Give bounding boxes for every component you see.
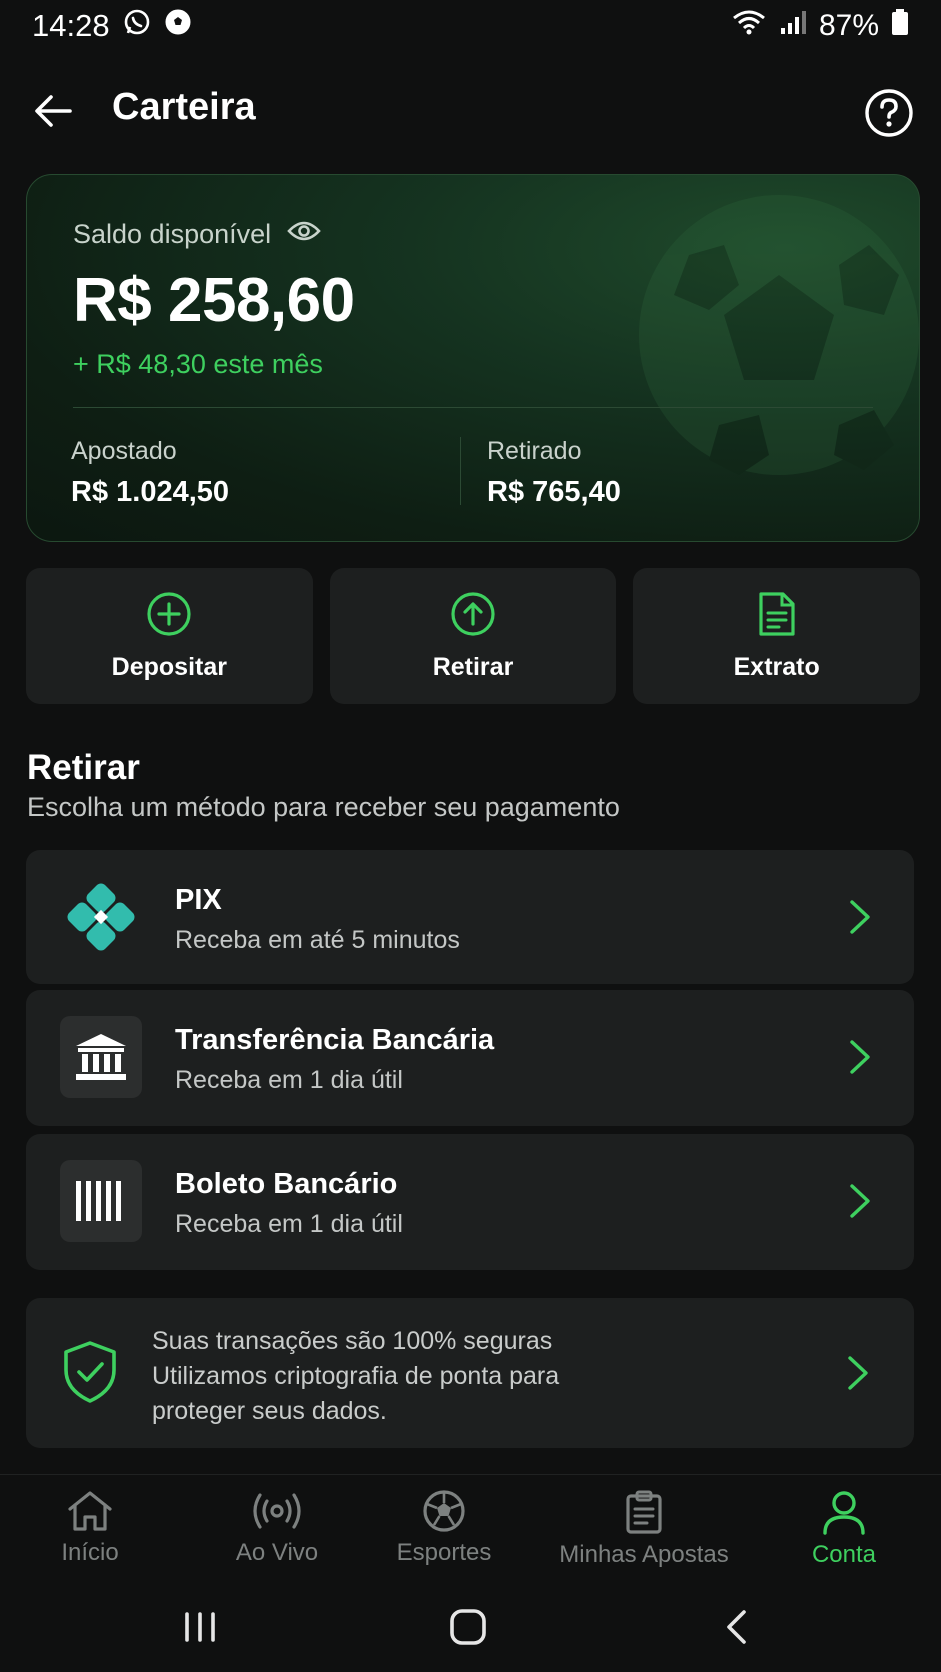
nav-account[interactable]: Conta bbox=[808, 1489, 880, 1569]
withdraw-section-title: Retirar bbox=[27, 748, 140, 787]
home-icon bbox=[68, 1491, 112, 1531]
balance-label-row: Saldo disponível bbox=[73, 219, 321, 250]
balance-value: R$ 258,60 bbox=[73, 266, 355, 335]
home-system-button[interactable] bbox=[438, 1602, 498, 1652]
soccer-ball-icon bbox=[423, 1490, 465, 1532]
stat-label: Retirado bbox=[487, 437, 582, 465]
withdraw-section-subtitle: Escolha um método para receber seu pagam… bbox=[27, 792, 620, 822]
signal-icon bbox=[779, 8, 807, 44]
method-bank-transfer[interactable]: Transferência Bancária Receba em 1 dia ú… bbox=[26, 990, 914, 1126]
method-desc: Receba em até 5 minutos bbox=[175, 926, 460, 954]
page-title: Carteira bbox=[112, 86, 256, 128]
nav-live[interactable]: Ao Vivo bbox=[222, 1489, 332, 1567]
arrow-left-icon bbox=[35, 95, 72, 127]
statement-button[interactable]: Extrato bbox=[633, 568, 921, 704]
chevron-right-icon bbox=[850, 900, 870, 934]
security-line-2: Utilizamos criptografia de ponta para bbox=[152, 1362, 560, 1390]
recent-apps-button[interactable] bbox=[170, 1602, 230, 1652]
security-card[interactable]: Suas transações são 100% seguras Utiliza… bbox=[26, 1298, 914, 1448]
app-header: Carteira bbox=[0, 70, 941, 150]
home-square-icon bbox=[450, 1609, 486, 1645]
method-name: PIX bbox=[175, 884, 222, 916]
method-boleto[interactable]: Boleto Bancário Receba em 1 dia útil bbox=[26, 1134, 914, 1270]
soccer-ball-icon bbox=[164, 8, 192, 44]
method-pix[interactable]: PIX Receba em até 5 minutos bbox=[26, 850, 914, 984]
user-icon bbox=[823, 1491, 865, 1535]
wifi-icon bbox=[731, 8, 767, 44]
system-nav-bar bbox=[0, 1580, 941, 1672]
recent-apps-icon bbox=[185, 1612, 215, 1642]
deposit-button[interactable]: Depositar bbox=[26, 568, 313, 704]
eye-icon[interactable] bbox=[287, 219, 321, 250]
status-time: 14:28 bbox=[32, 8, 110, 43]
nav-label: Início bbox=[61, 1539, 119, 1566]
bottom-nav: Início Ao Vivo Esportes Minhas Apostas C… bbox=[0, 1474, 941, 1574]
chevron-left-icon bbox=[727, 1610, 746, 1644]
battery-percent: 87% bbox=[818, 9, 879, 42]
security-line-1: Suas transações são 100% seguras bbox=[152, 1327, 553, 1355]
clipboard-icon bbox=[626, 1490, 662, 1534]
deposit-label: Depositar bbox=[111, 652, 227, 681]
document-icon bbox=[759, 591, 795, 636]
status-bar: 14:28 87% bbox=[0, 0, 941, 52]
withdraw-button[interactable]: Retirar bbox=[329, 568, 617, 704]
method-desc: Receba em 1 dia útil bbox=[175, 1066, 403, 1094]
stat-value: R$ 765,40 bbox=[487, 476, 621, 508]
chevron-right-icon bbox=[850, 1040, 870, 1074]
statement-label: Extrato bbox=[733, 652, 820, 681]
help-button[interactable] bbox=[864, 88, 914, 138]
barcode-icon bbox=[60, 1160, 142, 1242]
system-back-button[interactable] bbox=[706, 1602, 766, 1652]
battery-icon bbox=[891, 8, 909, 44]
action-buttons: Depositar Retirar Extrato bbox=[26, 568, 921, 704]
card-divider bbox=[73, 407, 873, 408]
chevron-right-icon bbox=[848, 1356, 868, 1390]
arrow-up-circle-icon bbox=[451, 591, 495, 636]
withdraw-label: Retirar bbox=[432, 652, 514, 681]
method-name: Boleto Bancário bbox=[175, 1168, 398, 1200]
whatsapp-icon bbox=[122, 7, 152, 45]
security-text: Suas transações são 100% seguras Utiliza… bbox=[152, 1324, 792, 1429]
nav-sports[interactable]: Esportes bbox=[394, 1489, 494, 1567]
stat-value: R$ 1.024,50 bbox=[71, 476, 230, 508]
method-desc: Receba em 1 dia útil bbox=[175, 1210, 403, 1238]
bank-icon bbox=[60, 1016, 142, 1098]
question-circle-icon bbox=[865, 89, 913, 137]
stat-label: Apostado bbox=[71, 437, 177, 465]
stat-retirado: Retirado R$ 765,40 bbox=[487, 437, 621, 509]
method-name: Transferência Bancária bbox=[175, 1024, 495, 1056]
nav-label: Esportes bbox=[396, 1539, 492, 1566]
balance-card: Saldo disponível R$ 258,60 + R$ 48,30 es… bbox=[26, 174, 920, 542]
live-broadcast-icon bbox=[253, 1493, 301, 1529]
shield-check-icon bbox=[64, 1341, 116, 1403]
chevron-right-icon bbox=[850, 1184, 870, 1218]
back-button[interactable] bbox=[30, 88, 76, 134]
nav-label: Ao Vivo bbox=[235, 1539, 319, 1566]
nav-my-bets[interactable]: Minhas Apostas bbox=[558, 1489, 730, 1569]
stat-apostado: Apostado R$ 1.024,50 bbox=[71, 437, 229, 509]
nav-home[interactable]: Início bbox=[54, 1489, 126, 1567]
soccer-ball-decoration bbox=[639, 195, 919, 475]
balance-month-change: + R$ 48,30 este mês bbox=[73, 349, 323, 379]
pix-icon bbox=[60, 876, 142, 958]
security-line-3: proteger seus dados. bbox=[152, 1397, 387, 1425]
nav-label: Minhas Apostas bbox=[559, 1541, 729, 1568]
stat-divider bbox=[460, 437, 461, 505]
balance-label: Saldo disponível bbox=[73, 219, 272, 249]
plus-circle-icon bbox=[147, 591, 191, 636]
nav-label: Conta bbox=[811, 1541, 877, 1568]
